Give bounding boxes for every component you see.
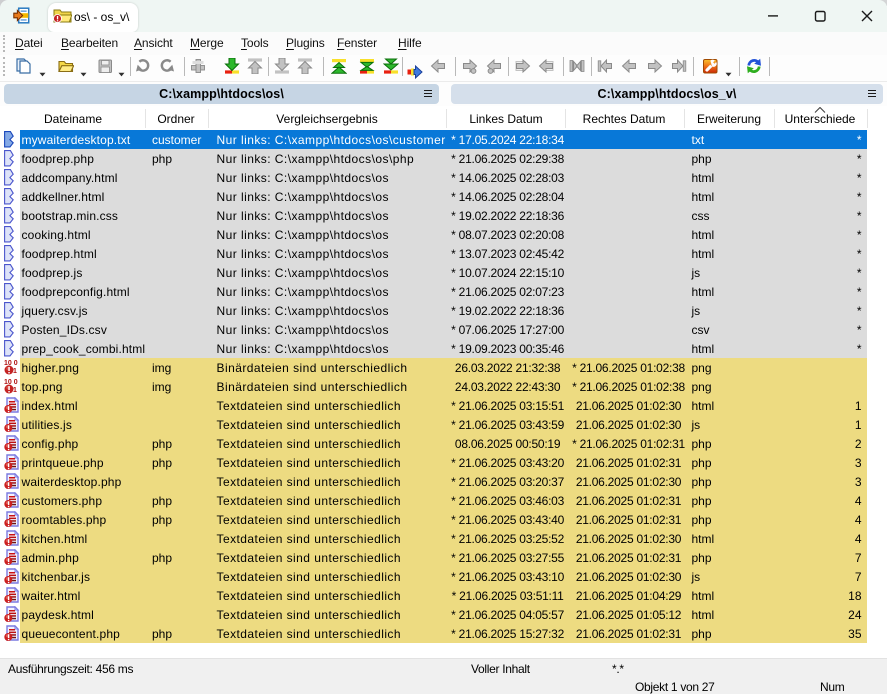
svg-text:1: 1 [13,368,17,375]
svg-text:1: 1 [13,387,17,394]
